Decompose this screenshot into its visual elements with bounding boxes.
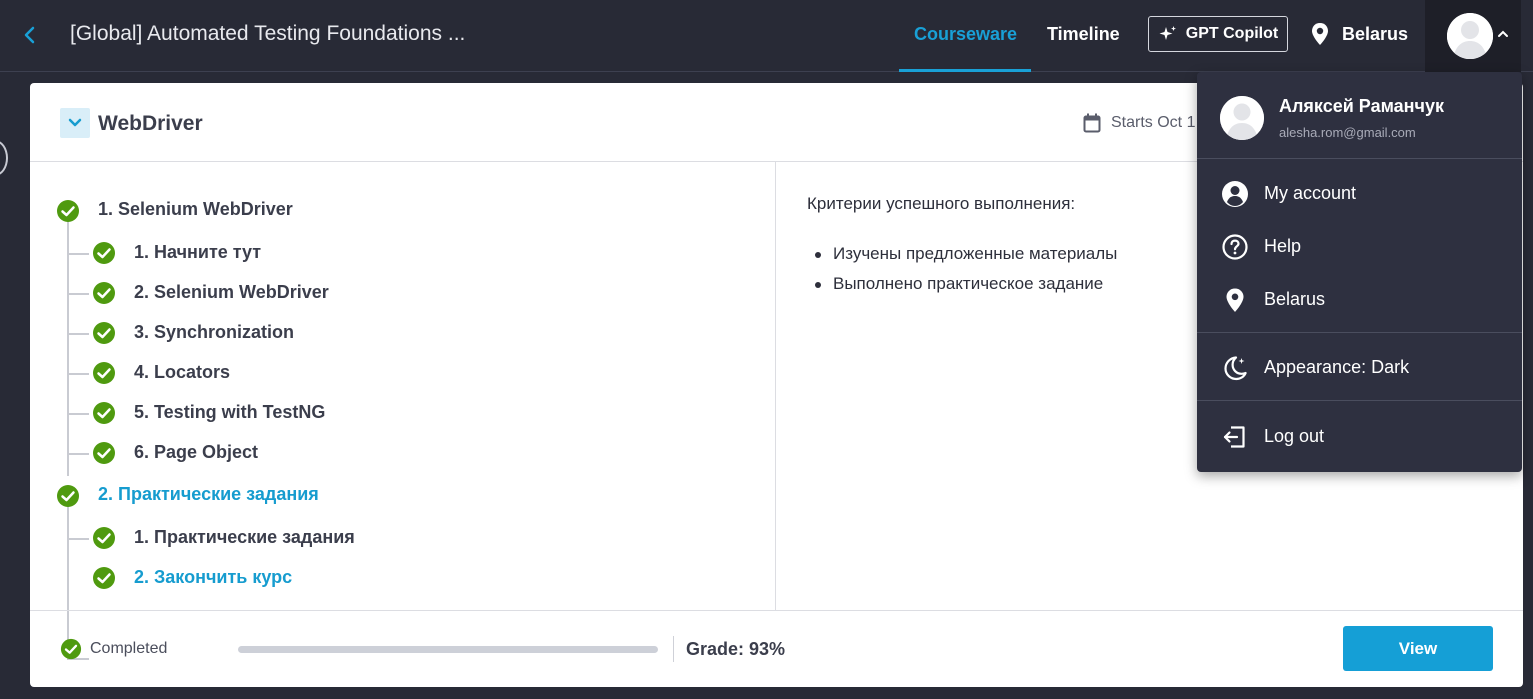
check-circle-icon [60, 638, 82, 660]
unit-1-item-1[interactable]: 1. Начните тут [134, 242, 261, 263]
side-scroll-control[interactable] [0, 140, 8, 176]
calendar-icon [1083, 113, 1101, 133]
tree-branch [67, 253, 89, 255]
check-circle-icon [93, 322, 115, 344]
completion-status: Completed [90, 640, 168, 657]
tree-branch [67, 293, 89, 295]
menu-item-location[interactable]: Belarus [1197, 277, 1522, 321]
menu-divider [1197, 158, 1522, 159]
top-bar: [Global] Automated Testing Foundations .… [0, 0, 1533, 72]
menu-item-appearance[interactable]: Appearance: Dark [1197, 345, 1522, 389]
check-circle-icon [57, 485, 79, 507]
divider [673, 636, 674, 662]
gpt-copilot-button[interactable]: GPT Copilot [1148, 16, 1288, 52]
criteria-list: Изучены предложенные материалы Выполнено… [815, 244, 1117, 304]
unit-2-item-2[interactable]: 2. Закончить курс [134, 567, 292, 588]
progress-bar-fill [238, 646, 658, 653]
location-label: Belarus [1342, 23, 1409, 44]
user-menu-toggle[interactable] [1425, 0, 1521, 72]
back-button[interactable] [18, 22, 42, 48]
outline-tree: 1. Selenium WebDriver 1. Начните тут 2. … [30, 162, 776, 660]
check-circle-icon [93, 402, 115, 424]
log-out-icon [1223, 426, 1245, 448]
map-pin-icon [1226, 288, 1244, 312]
check-circle-icon [57, 200, 79, 222]
view-button[interactable]: View [1343, 626, 1493, 671]
map-pin-icon [1312, 23, 1328, 45]
unit-1-item-2[interactable]: 2. Selenium WebDriver [134, 282, 329, 303]
unit-1-item-3[interactable]: 3. Synchronization [134, 322, 294, 343]
chevron-up-icon [1498, 30, 1508, 37]
check-circle-icon [93, 362, 115, 384]
avatar [1220, 96, 1264, 140]
check-circle-icon [93, 442, 115, 464]
menu-item-label: Log out [1264, 426, 1325, 446]
unit-1-item-6[interactable]: 6. Page Object [134, 442, 258, 463]
check-circle-icon [93, 282, 115, 304]
active-tab-indicator [899, 69, 1031, 72]
user-silhouette-icon [1220, 96, 1264, 140]
grade-label: Grade: 93% [686, 639, 786, 659]
help-circle-icon [1222, 234, 1248, 260]
tab-courseware[interactable]: Courseware [914, 24, 1017, 45]
sparkle-icon [1159, 26, 1176, 40]
chevron-left-icon [24, 26, 35, 44]
user-silhouette-icon [1447, 13, 1493, 59]
tab-timeline[interactable]: Timeline [1047, 24, 1120, 45]
menu-item-label: Belarus [1264, 289, 1326, 309]
gpt-copilot-label: GPT Copilot [1185, 25, 1279, 42]
user-name: Аляксей Раманчук [1279, 96, 1445, 116]
start-date: Starts Oct 1 [1083, 113, 1195, 133]
location-selector[interactable]: Belarus [1310, 22, 1408, 46]
tree-branch [67, 333, 89, 335]
unit-2-item-1[interactable]: 1. Практические задания [134, 527, 355, 548]
course-title: [Global] Automated Testing Foundations .… [70, 22, 466, 45]
unit-1-item-5[interactable]: 5. Testing with TestNG [134, 402, 325, 423]
tree-connector [67, 216, 69, 476]
menu-divider [1197, 400, 1522, 401]
criteria-item: Изучены предложенные материалы [815, 244, 1117, 274]
section-footer: Completed Grade: 93% View [30, 610, 1523, 687]
criteria-title: Критерии успешного выполнения: [807, 194, 1076, 213]
menu-divider [1197, 332, 1522, 333]
chevron-down-icon [68, 118, 82, 127]
unit-1-title[interactable]: 1. Selenium WebDriver [98, 199, 293, 220]
tree-branch [67, 538, 89, 540]
tree-branch [67, 373, 89, 375]
check-circle-icon [93, 242, 115, 264]
menu-item-label: Help [1264, 236, 1302, 256]
tree-branch [67, 453, 89, 455]
section-title: WebDriver [98, 112, 203, 135]
check-circle-icon [93, 567, 115, 589]
criteria-item: Выполнено практическое задание [815, 274, 1117, 304]
start-date-label: Starts Oct 1 [1111, 114, 1196, 131]
check-circle-icon [93, 527, 115, 549]
menu-item-my-account[interactable]: My account [1197, 171, 1522, 215]
menu-item-label: Appearance: Dark [1264, 357, 1410, 377]
unit-1-item-4[interactable]: 4. Locators [134, 362, 230, 383]
progress-bar [238, 646, 658, 653]
menu-item-log-out[interactable]: Log out [1197, 414, 1522, 458]
unit-2-title[interactable]: 2. Практические задания [98, 484, 319, 505]
menu-item-label: My account [1264, 183, 1357, 203]
user-email: alesha.rom@gmail.com [1279, 125, 1416, 140]
moon-icon [1224, 356, 1247, 381]
avatar [1447, 13, 1493, 59]
user-dropdown-menu: Аляксей Раманчук alesha.rom@gmail.com My… [1197, 72, 1522, 472]
collapse-section-button[interactable] [60, 108, 90, 138]
account-circle-icon [1222, 181, 1248, 207]
tree-branch [67, 413, 89, 415]
menu-item-help[interactable]: Help [1197, 224, 1522, 268]
